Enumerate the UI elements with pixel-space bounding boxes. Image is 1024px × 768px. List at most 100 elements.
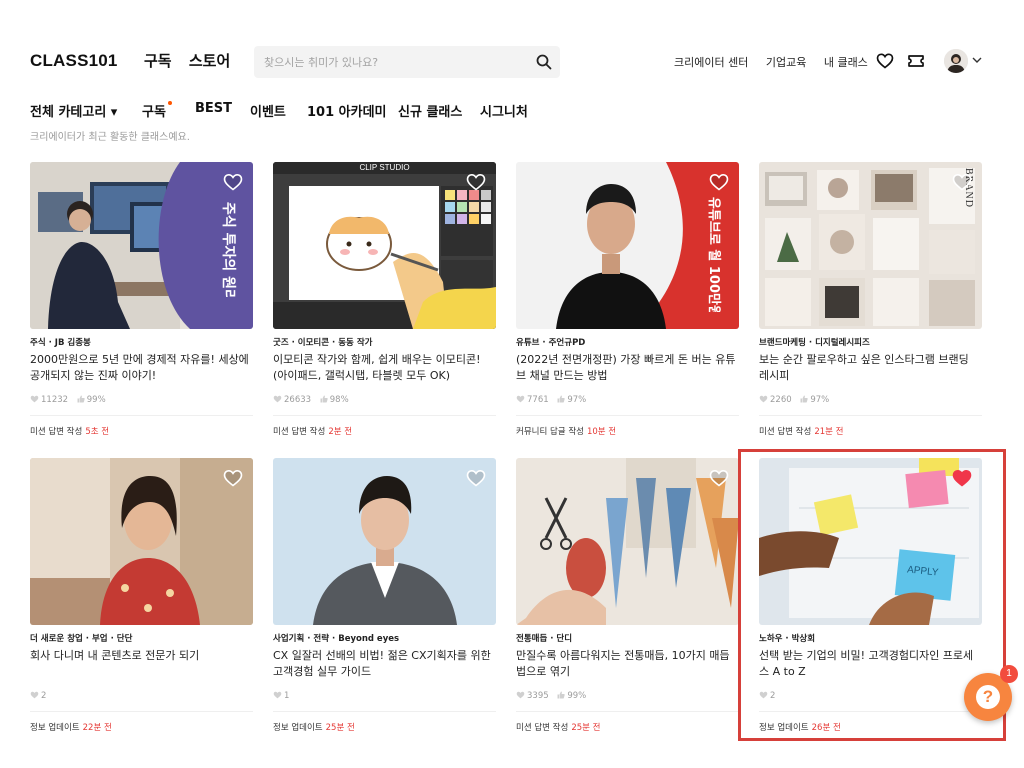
class-title[interactable]: CX 일잘러 선배의 비법! 젊은 CX기획자를 위한 고객경험 실무 가이드: [273, 648, 496, 680]
class-card[interactable]: 주식 투자의 원리 주식 · JB 김종봉 2000만원으로 5년 만에 경제적…: [30, 162, 253, 437]
class-card[interactable]: 사업기획 · 전략 · Beyond eyes CX 일잘러 선배의 비법! 젊…: [273, 458, 496, 733]
activity-label: 미션 답변 작성: [30, 427, 83, 437]
category-101-academy[interactable]: 101 아카데미: [307, 101, 387, 120]
overlay-title: 유튜브로 월 100만원: [706, 197, 722, 312]
divider: [516, 415, 739, 416]
logo[interactable]: CLASS101: [30, 51, 118, 71]
overlay-title: CLIP STUDIO: [359, 163, 410, 172]
satisfaction-rate: 97%: [567, 395, 587, 405]
class-title[interactable]: 보는 순간 팔로우하고 싶은 인스타그램 브랜딩 레시피: [759, 352, 982, 384]
nav-subscribe[interactable]: 구독: [144, 52, 172, 70]
class-title[interactable]: 회사 다니며 내 콘텐츠로 전문가 되기: [30, 648, 253, 680]
activity-time: 10분 전: [586, 427, 617, 437]
divider: [759, 415, 982, 416]
divider: [273, 415, 496, 416]
class-card[interactable]: APPLY 노하우 · 박상회 선택 받는 기업의 비밀! 고객경험디자인 프로…: [759, 458, 982, 733]
class-image: [516, 458, 739, 625]
heart-icon[interactable]: [223, 469, 243, 487]
activity-label: 미션 답변 작성: [273, 427, 326, 437]
class-card[interactable]: CLIP STUDIO 굿즈 · 이모티콘 · 동동 작가 이모티콘 작가와 함…: [273, 162, 496, 437]
class-thumbnail[interactable]: [516, 458, 739, 625]
overlay-text: 주식 투자의 원리: [220, 202, 237, 297]
class-image: [273, 162, 496, 329]
class-thumbnail[interactable]: APPLY: [759, 458, 982, 625]
creator-name[interactable]: 브랜드마케팅 · 디지털레시피즈: [759, 336, 982, 348]
chevron-down-icon[interactable]: [972, 56, 982, 64]
like-count: 2: [41, 691, 47, 701]
right-nav: 크리에이터 센터 기업교육 내 클래스: [674, 54, 882, 70]
creator-name[interactable]: 굿즈 · 이모티콘 · 동동 작가: [273, 336, 496, 348]
class-thumbnail[interactable]: BRAND: [759, 162, 982, 329]
help-chat-button[interactable]: ? 1: [964, 665, 1018, 721]
class-card[interactable]: 유튜브로 월 100만원 유튜브 · 주언규PD (2022년 전면개정판) 가…: [516, 162, 739, 437]
satisfaction-rate: 97%: [810, 395, 830, 405]
overlay-text: 유튜브로 월 100만원: [706, 197, 722, 312]
header: CLASS101 구독 스토어 크리에이터 센터 기업교육 내 클래스: [30, 44, 990, 78]
class-title[interactable]: 선택 받는 기업의 비밀! 고객경험디자인 프로세스 A to Z: [759, 648, 982, 680]
heart-icon[interactable]: [223, 173, 243, 191]
heart-icon: [516, 395, 525, 403]
creator-center-link[interactable]: 크리에이터 센터: [674, 56, 748, 69]
heart-icon: [516, 691, 525, 699]
new-dot: [168, 101, 172, 105]
creator-name[interactable]: 노하우 · 박상회: [759, 632, 982, 644]
category-signature[interactable]: 시그니처: [480, 101, 528, 120]
search-input[interactable]: [264, 46, 524, 78]
like-count: 7761: [527, 395, 549, 405]
divider: [273, 711, 496, 712]
satisfaction-rate: 99%: [86, 395, 106, 405]
like-count: 11232: [41, 395, 69, 405]
ticket-icon[interactable]: [907, 52, 925, 70]
question-icon: ?: [976, 685, 1000, 709]
heart-icon[interactable]: [709, 469, 729, 487]
class-thumbnail[interactable]: 유튜브로 월 100만원: [516, 162, 739, 329]
category-new-class[interactable]: 신규 클래스: [398, 101, 462, 120]
class-stats: 7761 97%: [516, 395, 739, 407]
class-title[interactable]: (2022년 전면개정판) 가장 빠르게 돈 버는 유튜브 채널 만드는 방법: [516, 352, 739, 384]
heart-icon: [759, 395, 768, 403]
heart-icon[interactable]: [466, 469, 486, 487]
category-event[interactable]: 이벤트: [250, 101, 286, 120]
category-subscribe[interactable]: 구독: [142, 101, 166, 120]
class-thumbnail[interactable]: [273, 458, 496, 625]
creator-name[interactable]: 더 새로운 창업 · 부업 · 단단: [30, 632, 253, 644]
activity-label: 미션 답변 작성: [759, 427, 812, 437]
heart-icon[interactable]: [466, 173, 486, 191]
creator-name[interactable]: 주식 · JB 김종봉: [30, 336, 253, 348]
avatar[interactable]: [944, 49, 968, 73]
my-class-link[interactable]: 내 클래스: [824, 56, 868, 69]
class-thumbnail[interactable]: CLIP STUDIO: [273, 162, 496, 329]
class-card[interactable]: BRAND 브랜드마케팅 · 디지털레시피즈 보는 순간 팔로우하고 싶은 인스…: [759, 162, 982, 437]
creator-name[interactable]: 전통매듭 · 단디: [516, 632, 739, 644]
class-stats: 2260 97%: [759, 395, 982, 407]
class-title[interactable]: 이모티콘 작가와 함께, 쉽게 배우는 이모티콘! (아이패드, 갤럭시탭, 타…: [273, 352, 496, 384]
corporate-education-link[interactable]: 기업교육: [766, 56, 806, 69]
creator-name[interactable]: 유튜브 · 주언규PD: [516, 336, 739, 348]
notification-badge: 1: [1000, 665, 1018, 683]
heart-icon[interactable]: [952, 173, 972, 191]
thumbs-up-icon: [557, 395, 566, 403]
search-icon[interactable]: [536, 54, 552, 70]
nav-store[interactable]: 스토어: [189, 52, 230, 70]
class-title[interactable]: 2000만원으로 5년 만에 경제적 자유를! 세상에 공개되지 않는 진짜 이…: [30, 352, 253, 384]
class-stats: 3395 99%: [516, 691, 739, 703]
activity-time: 26분 전: [811, 723, 841, 733]
class-card[interactable]: 전통매듭 · 단디 만질수록 아름다워지는 전통매듭, 10가지 매듭법으로 엮…: [516, 458, 739, 733]
creator-name[interactable]: 사업기획 · 전략 · Beyond eyes: [273, 632, 496, 644]
category-all-dropdown[interactable]: 전체 카테고리 ▾: [30, 101, 117, 120]
heart-filled-icon[interactable]: [952, 469, 972, 487]
activity-status: 미션 답변 작성 25분 전: [516, 721, 739, 733]
category-best[interactable]: BEST: [195, 101, 232, 116]
class-stats: 11232 99%: [30, 395, 253, 407]
divider: [759, 711, 982, 712]
heart-icon[interactable]: [876, 52, 894, 70]
class-title[interactable]: 만질수록 아름다워지는 전통매듭, 10가지 매듭법으로 엮기: [516, 648, 739, 680]
thumbs-up-icon: [800, 395, 809, 403]
class-stats: 2: [759, 691, 982, 703]
class-thumbnail[interactable]: [30, 458, 253, 625]
class-card[interactable]: 더 새로운 창업 · 부업 · 단단 회사 다니며 내 콘텐츠로 전문가 되기 …: [30, 458, 253, 733]
activity-status: 미션 답변 작성 21분 전: [759, 425, 982, 437]
class-thumbnail[interactable]: 주식 투자의 원리: [30, 162, 253, 329]
heart-icon[interactable]: [709, 173, 729, 191]
like-count: 1: [284, 691, 290, 701]
